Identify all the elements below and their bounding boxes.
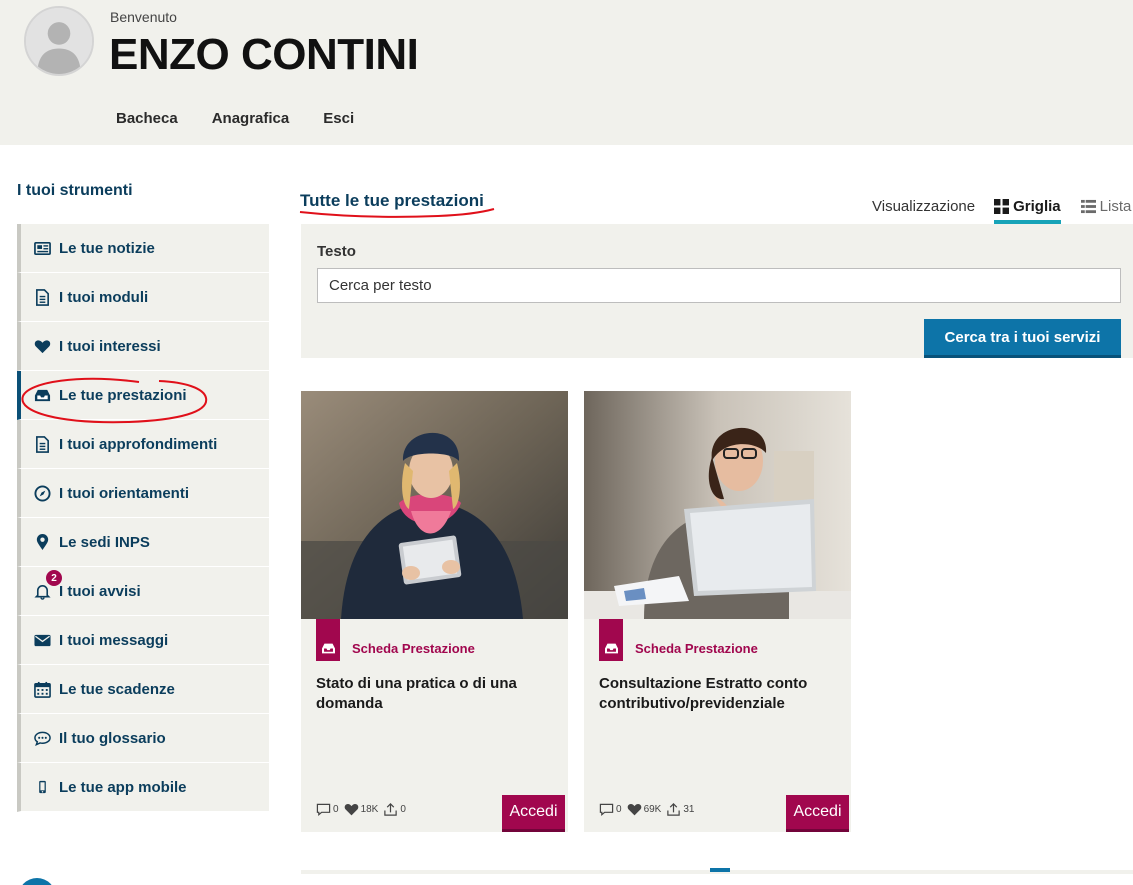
nav-bacheca[interactable]: Bacheca xyxy=(116,110,178,127)
newspaper-icon xyxy=(33,239,51,257)
likes-stat[interactable]: 18K xyxy=(344,802,379,817)
sidebar-item-approfondimenti[interactable]: I tuoi approfondimenti xyxy=(17,420,269,469)
view-grid-label: Griglia xyxy=(1013,197,1061,215)
heart-icon xyxy=(33,337,51,355)
heart-icon xyxy=(344,804,358,816)
comments-count: 0 xyxy=(616,804,622,815)
inbox-icon xyxy=(316,619,340,661)
comment-icon xyxy=(316,803,331,816)
document-icon xyxy=(33,435,51,453)
sidebar-item-glossario[interactable]: Il tuo glossario xyxy=(17,714,269,763)
shares-stat[interactable]: 0 xyxy=(383,802,406,817)
likes-count: 18K xyxy=(360,804,379,815)
comments-count: 0 xyxy=(333,804,339,815)
likes-stat[interactable]: 69K xyxy=(627,802,662,817)
inbox-icon xyxy=(599,619,623,661)
sidebar-item-label: I tuoi avvisi xyxy=(59,582,141,600)
sidebar-item-notizie[interactable]: Le tue notizie xyxy=(17,224,269,273)
card-type: Scheda Prestazione xyxy=(316,619,475,661)
compass-icon xyxy=(33,484,51,502)
likes-count: 69K xyxy=(643,804,662,815)
comments-stat[interactable]: 0 xyxy=(599,802,622,817)
sidebar-item-label: I tuoi messaggi xyxy=(59,631,169,649)
chat-bubble-icon xyxy=(33,729,51,747)
pagination-active-indicator[interactable] xyxy=(710,868,730,872)
nav-anagrafica[interactable]: Anagrafica xyxy=(212,110,290,127)
sidebar: Le tue notizie I tuoi moduli I tuoi inte… xyxy=(17,224,269,812)
card-stats: 0 18K 0 xyxy=(316,802,411,817)
sidebar-title: I tuoi strumenti xyxy=(17,182,133,199)
service-card[interactable]: Scheda Prestazione Consultazione Estratt… xyxy=(584,391,851,832)
shares-count: 31 xyxy=(683,804,695,815)
card-type: Scheda Prestazione xyxy=(599,619,758,661)
search-label: Testo xyxy=(317,243,356,260)
sidebar-item-label: I tuoi moduli xyxy=(59,288,149,306)
search-button[interactable]: Cerca tra i tuoi servizi xyxy=(924,319,1121,358)
service-card[interactable]: Scheda Prestazione Stato di una pratica … xyxy=(301,391,568,832)
sidebar-item-messaggi[interactable]: I tuoi messaggi xyxy=(17,616,269,665)
card-type-label: Scheda Prestazione xyxy=(352,640,475,656)
help-button[interactable] xyxy=(18,878,56,885)
mobile-icon xyxy=(33,778,51,796)
page-title: Tutte le tue prestazioni xyxy=(300,191,484,210)
view-list-button[interactable]: Lista xyxy=(1080,189,1132,223)
comment-icon xyxy=(599,803,614,816)
card-title: Stato di una pratica o di una domanda xyxy=(316,675,517,712)
sidebar-item-app-mobile[interactable]: Le tue app mobile xyxy=(17,763,269,812)
card-image xyxy=(301,391,568,619)
view-list-label: Lista xyxy=(1099,197,1132,215)
view-grid-button[interactable]: Griglia xyxy=(994,189,1061,224)
sidebar-item-sedi[interactable]: Le sedi INPS xyxy=(17,518,269,567)
document-icon xyxy=(33,288,51,306)
sidebar-item-scadenze[interactable]: Le tue scadenze xyxy=(17,665,269,714)
header: Benvenuto ENZO CONTINI Bacheca Anagrafic… xyxy=(0,0,1133,145)
share-icon xyxy=(667,803,681,816)
sidebar-item-label: I tuoi orientamenti xyxy=(59,484,190,502)
search-input[interactable] xyxy=(317,268,1121,303)
sidebar-item-label: Le tue prestazioni xyxy=(59,386,187,404)
sidebar-item-label: I tuoi approfondimenti xyxy=(59,435,218,453)
sidebar-item-label: Le sedi INPS xyxy=(59,533,150,551)
card-title: Consultazione Estratto conto contributiv… xyxy=(599,675,808,712)
search-panel: Testo Cerca tra i tuoi servizi xyxy=(301,224,1133,358)
sidebar-item-prestazioni[interactable]: Le tue prestazioni xyxy=(17,371,269,420)
sidebar-item-label: Le tue scadenze xyxy=(59,680,175,698)
sidebar-item-label: Le tue app mobile xyxy=(59,778,187,796)
sidebar-item-orientamenti[interactable]: I tuoi orientamenti xyxy=(17,469,269,518)
user-name: ENZO CONTINI xyxy=(109,30,419,79)
notification-badge: 2 xyxy=(46,570,62,586)
pagination-bar xyxy=(301,868,1133,874)
nav-esci[interactable]: Esci xyxy=(323,110,354,127)
sidebar-item-label: Le tue notizie xyxy=(59,239,155,257)
bell-icon xyxy=(33,582,51,600)
view-label: Visualizzazione xyxy=(872,197,976,215)
map-pin-icon xyxy=(33,533,51,551)
sidebar-item-avvisi[interactable]: 2 I tuoi avvisi xyxy=(17,567,269,616)
top-nav: Bacheca Anagrafica Esci xyxy=(116,110,354,127)
comments-stat[interactable]: 0 xyxy=(316,802,339,817)
heart-icon xyxy=(627,804,641,816)
card-stats: 0 69K 31 xyxy=(599,802,699,817)
card-image xyxy=(584,391,851,619)
accedi-button[interactable]: Accedi xyxy=(786,795,849,832)
accedi-button[interactable]: Accedi xyxy=(502,795,565,832)
envelope-icon xyxy=(33,631,51,649)
grid-icon xyxy=(994,198,1010,214)
sidebar-item-interessi[interactable]: I tuoi interessi xyxy=(17,322,269,371)
inbox-icon xyxy=(33,386,51,404)
sidebar-item-label: Il tuo glossario xyxy=(59,729,166,747)
shares-count: 0 xyxy=(400,804,406,815)
view-switcher: Visualizzazione Griglia Lista xyxy=(872,189,1132,224)
sidebar-item-moduli[interactable]: I tuoi moduli xyxy=(17,273,269,322)
card-type-label: Scheda Prestazione xyxy=(635,640,758,656)
share-icon xyxy=(384,803,398,816)
list-icon xyxy=(1080,199,1096,213)
avatar[interactable] xyxy=(24,6,94,76)
user-silhouette-icon xyxy=(26,8,92,74)
sidebar-item-label: I tuoi interessi xyxy=(59,337,161,355)
shares-stat[interactable]: 31 xyxy=(666,802,694,817)
welcome-text: Benvenuto xyxy=(110,9,177,25)
calendar-icon xyxy=(33,680,51,698)
